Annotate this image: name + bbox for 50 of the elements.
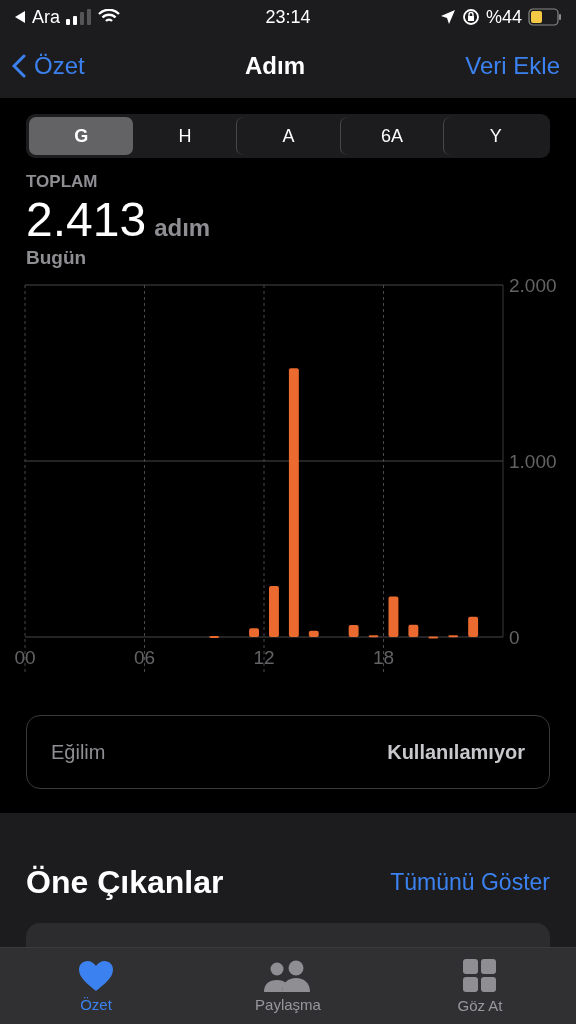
tab-bar-item[interactable]: Özet bbox=[0, 948, 192, 1024]
axis-label: 1.000 bbox=[509, 451, 557, 472]
unit-label: adım bbox=[154, 214, 211, 242]
add-data-button[interactable]: Veri Ekle bbox=[465, 52, 560, 80]
bar bbox=[368, 635, 379, 638]
grid-icon bbox=[463, 958, 497, 993]
carrier-label: Ara bbox=[32, 6, 60, 28]
bar bbox=[448, 635, 459, 638]
bar bbox=[308, 630, 319, 637]
axis-label: 2.000 bbox=[509, 277, 557, 296]
bar bbox=[428, 636, 439, 639]
heart-icon bbox=[78, 959, 114, 992]
axis-label: 06 bbox=[133, 647, 156, 668]
rotation-lock-icon bbox=[462, 8, 480, 26]
total-label: TOPLAM bbox=[26, 172, 99, 192]
bar bbox=[269, 585, 279, 637]
battery-percent: %44 bbox=[486, 6, 522, 28]
bar bbox=[249, 628, 259, 637]
back-button[interactable]: Özet bbox=[12, 52, 85, 80]
status-time: 23:14 bbox=[265, 6, 311, 28]
location-arrow-icon bbox=[440, 9, 456, 25]
people-icon bbox=[263, 959, 313, 992]
segment-tab[interactable]: Y bbox=[443, 117, 547, 155]
page-title: Adım bbox=[245, 52, 305, 80]
back-chevron-icon bbox=[12, 54, 26, 78]
tab-bar-item[interactable]: Paylaşma bbox=[192, 948, 384, 1024]
segment-tab[interactable]: G bbox=[29, 117, 133, 155]
segment-tab[interactable]: H bbox=[132, 117, 237, 155]
axis-label: 18 bbox=[372, 647, 395, 668]
bar bbox=[348, 625, 359, 637]
period-label: Bugün bbox=[26, 247, 88, 269]
battery-icon bbox=[528, 8, 562, 26]
segment-tab[interactable]: A bbox=[236, 117, 340, 155]
trend-label: Eğilim bbox=[51, 740, 106, 764]
bar bbox=[388, 596, 399, 637]
step-total: 2.413 bbox=[26, 192, 147, 247]
show-all-link[interactable]: Tümünü Göster bbox=[390, 869, 550, 896]
bar bbox=[408, 624, 419, 637]
bar bbox=[209, 636, 220, 639]
tab-bar-item[interactable]: Göz At bbox=[384, 948, 576, 1024]
bar bbox=[468, 616, 479, 637]
segment-tab[interactable]: 6A bbox=[339, 117, 444, 155]
back-arrow-icon bbox=[14, 10, 26, 24]
trend-value: Kullanılamıyor bbox=[387, 740, 525, 764]
axis-label: 00 bbox=[14, 647, 36, 668]
signal-icon bbox=[66, 9, 92, 25]
trend-card[interactable]: Eğilim Kullanılamıyor bbox=[26, 715, 550, 789]
axis-label: 0 bbox=[509, 627, 520, 648]
section-title: Öne Çıkanlar bbox=[26, 864, 224, 901]
axis-label: 12 bbox=[253, 647, 275, 668]
